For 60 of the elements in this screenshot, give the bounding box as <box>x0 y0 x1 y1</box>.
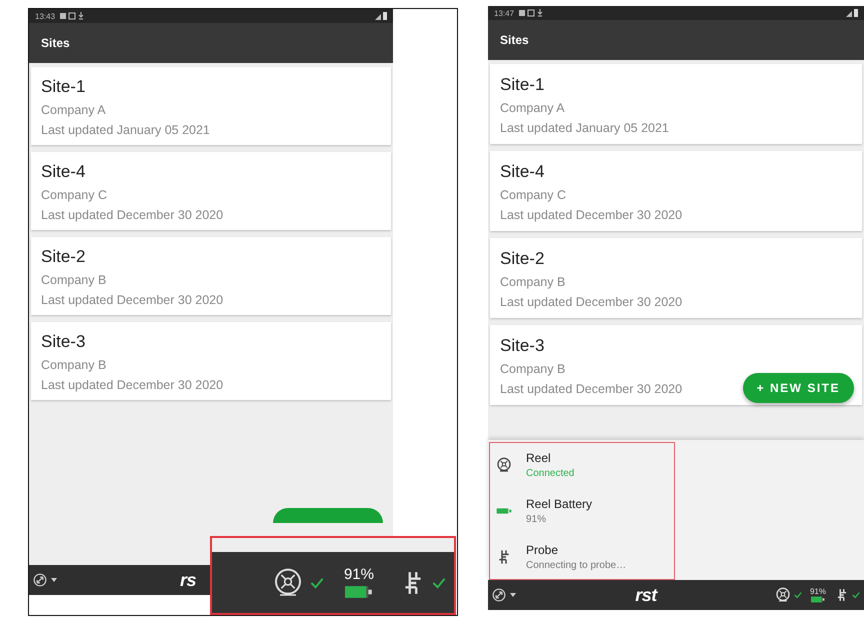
site-company: Company B <box>41 358 106 372</box>
reel-icon[interactable] <box>774 587 791 603</box>
site-company: Company B <box>41 273 106 287</box>
battery-percentage: 91% <box>344 566 374 583</box>
device-row[interactable]: Reel Connected <box>496 451 668 479</box>
device-status: 91% <box>526 514 548 525</box>
site-card[interactable]: Site-4 Company C Last updated December 30 2020 <box>490 151 862 231</box>
site-updated: Last updated January 05 2021 <box>41 123 210 137</box>
device-name: Reel Battery <box>526 497 592 511</box>
site-company: Company A <box>500 101 565 115</box>
site-updated: Last updated December 30 2020 <box>500 295 682 309</box>
caret-icon[interactable] <box>50 577 58 583</box>
compass-icon[interactable] <box>492 588 506 602</box>
site-card[interactable]: Site-1 Company A Last updated January 05 2021 <box>490 64 862 144</box>
site-updated: Last updated December 30 2020 <box>500 382 682 396</box>
site-card[interactable]: Site-4 Company C Last updated December 30 2020 <box>31 152 391 230</box>
signal-battery-icon <box>846 9 858 17</box>
device-status: Connecting to probe… <box>526 560 626 571</box>
probe-icon[interactable] <box>835 587 849 603</box>
site-updated: Last updated December 30 2020 <box>41 208 224 222</box>
logo: rst <box>635 584 657 606</box>
site-company: Company B <box>500 275 566 289</box>
site-name: Site-2 <box>500 249 546 269</box>
site-updated: Last updated December 30 2020 <box>41 378 224 392</box>
status-time: 13:43 <box>35 12 56 20</box>
device-name: Probe <box>526 543 560 557</box>
site-name: Site-2 <box>41 247 86 267</box>
site-card[interactable]: Site-2 Company B Last updated December 30 2020 <box>31 237 391 315</box>
site-company: Company C <box>41 188 107 202</box>
site-name: Site-1 <box>41 77 86 97</box>
site-card[interactable]: Site-3 Company B Last updated December 30 2020 <box>31 322 391 400</box>
device-name: Reel <box>526 451 552 465</box>
reel-icon <box>496 457 512 473</box>
app-title: Sites <box>41 36 70 50</box>
device-row[interactable]: Probe Connecting to probe… <box>496 543 668 571</box>
status-time: 13:47 <box>494 8 514 18</box>
site-card[interactable]: Site-1 Company A Last updated January 05 2021 <box>31 67 391 145</box>
site-company: Company A <box>41 103 106 117</box>
site-updated: Last updated December 30 2020 <box>41 293 224 307</box>
logo: rs <box>180 570 196 590</box>
battery-icon <box>344 585 373 599</box>
site-name: Site-1 <box>500 75 546 95</box>
battery-icon <box>810 596 825 603</box>
caret-icon[interactable] <box>509 592 517 598</box>
app-title: Sites <box>500 33 529 47</box>
signal-battery-icon <box>375 12 387 20</box>
device-row[interactable]: Reel Battery 91% <box>496 497 668 525</box>
site-updated: Last updated December 30 2020 <box>500 208 682 222</box>
site-updated: Last updated January 05 2021 <box>500 121 669 135</box>
site-company: Company B <box>500 362 566 376</box>
site-card[interactable]: Site-2 Company B Last updated December 30 2020 <box>490 238 862 318</box>
site-name: Site-3 <box>500 336 546 356</box>
site-name: Site-4 <box>500 162 546 182</box>
new-site-button[interactable] <box>273 508 383 523</box>
battery-percentage: 91% <box>810 587 826 596</box>
site-name: Site-3 <box>41 332 86 352</box>
compass-icon[interactable] <box>33 573 47 587</box>
site-company: Company C <box>500 188 566 202</box>
site-name: Site-4 <box>41 162 86 182</box>
device-status: Connected <box>526 468 574 479</box>
